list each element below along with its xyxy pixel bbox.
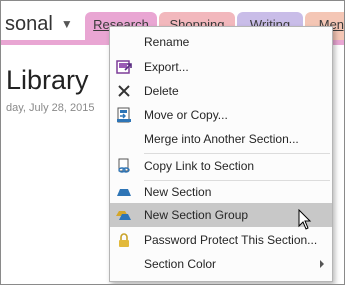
link-icon — [116, 158, 132, 174]
menu-item-merge[interactable]: Merge into Another Section... — [110, 127, 332, 151]
page-title: Library — [6, 65, 89, 95]
menu-item-label: New Section Group — [144, 208, 249, 222]
menu-item-label: Export... — [144, 60, 189, 74]
lock-icon — [116, 232, 132, 248]
chevron-down-icon: ▼ — [60, 17, 73, 31]
menu-item-rename[interactable]: Rename — [110, 30, 332, 54]
notebook-selector[interactable]: sonal ▼ — [5, 9, 73, 39]
menu-item-delete[interactable]: Delete — [110, 79, 332, 103]
section-group-icon — [116, 207, 132, 223]
delete-x-icon — [116, 83, 132, 99]
menu-item-section-color[interactable]: Section Color — [110, 252, 332, 276]
menu-item-label: Delete — [144, 84, 179, 98]
menu-item-label: Move or Copy... — [144, 108, 228, 122]
blank-icon — [116, 34, 132, 50]
section-tab-icon — [116, 184, 132, 200]
menu-item-label: Merge into Another Section... — [144, 132, 299, 146]
menu-item-label: New Section — [144, 185, 212, 199]
menu-item-export[interactable]: Export... — [110, 55, 332, 79]
menu-item-new-section[interactable]: New Section — [110, 180, 332, 204]
export-icon — [116, 59, 132, 75]
section-context-menu: Rename Export... Delete Move or Copy... … — [109, 26, 333, 282]
onenote-window: sonal ▼ Research Shopping Writing Meng L… — [0, 0, 345, 285]
blank-icon — [116, 131, 132, 147]
menu-item-label: Section Color — [144, 257, 217, 271]
menu-item-label: Rename — [144, 35, 190, 49]
page-date: day, July 28, 2015 — [6, 102, 95, 114]
notebook-name: sonal — [5, 12, 53, 35]
menu-item-copy-link[interactable]: Copy Link to Section — [110, 154, 332, 178]
menu-item-password-protect[interactable]: Password Protect This Section... — [110, 228, 332, 252]
blank-icon — [116, 256, 132, 272]
menu-item-label: Password Protect This Section... — [144, 233, 318, 247]
menu-item-label: Copy Link to Section — [144, 159, 255, 173]
mouse-cursor-icon — [298, 209, 312, 230]
menu-item-move-copy[interactable]: Move or Copy... — [110, 103, 332, 127]
move-copy-icon — [116, 107, 132, 123]
submenu-arrow-icon — [320, 260, 324, 268]
